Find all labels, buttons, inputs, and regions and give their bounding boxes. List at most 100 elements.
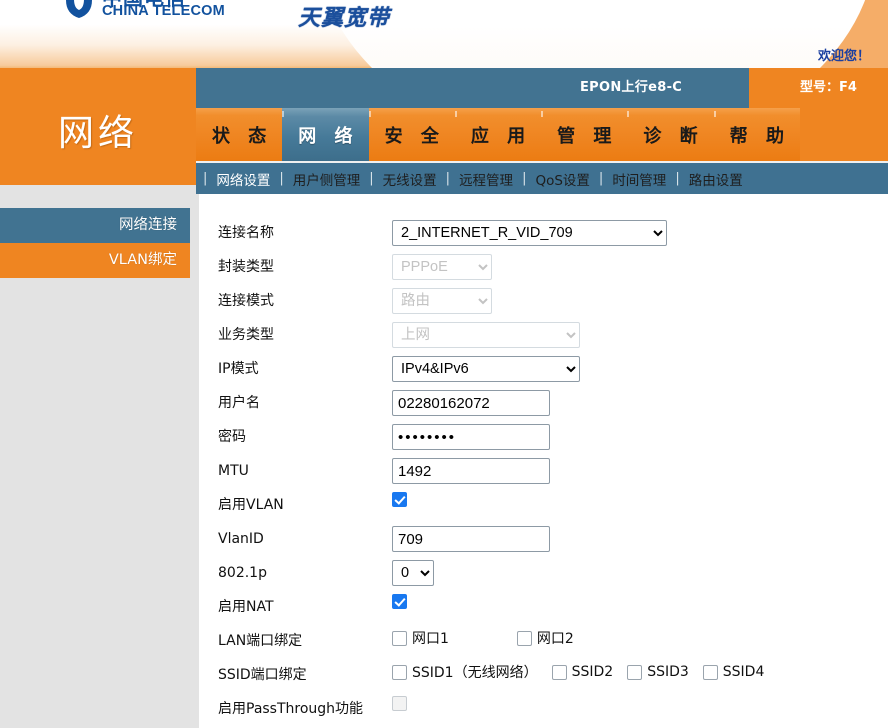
form-row-lan-binding: LAN端口绑定 网口1 网口2 xyxy=(199,624,888,658)
lan-port-2-checkbox[interactable] xyxy=(516,630,532,646)
label-ssid-binding: SSID端口绑定 xyxy=(218,667,307,683)
form-row-ssid-binding: SSID端口绑定 SSID1（无线网络） SSID2 SSID3 SSID4 xyxy=(199,658,888,692)
label-ip-mode: IP模式 xyxy=(218,361,259,377)
service-type-select: 上网 xyxy=(392,322,580,348)
label-lan-binding: LAN端口绑定 xyxy=(218,633,303,649)
ssid-1-label: SSID1（无线网络） xyxy=(412,665,538,681)
form-row-enable-nat: 启用NAT xyxy=(199,590,888,624)
ip-mode-select[interactable]: IPv4&IPv6 xyxy=(392,356,580,382)
connection-name-select[interactable]: 2_INTERNET_R_VID_709 xyxy=(392,220,667,246)
tab-diagnostics[interactable]: 诊 断 xyxy=(627,108,714,161)
mtu-input[interactable] xyxy=(392,458,550,484)
subnav-item-time-management[interactable]: 时间管理 xyxy=(610,169,668,189)
tab-network[interactable]: 网 络 xyxy=(282,108,369,161)
sidebar-background xyxy=(0,208,196,728)
label-dot1p: 802.1p xyxy=(218,565,267,581)
top-banner: 中国电信 CHINA TELECOM 天翼宽带 欢迎您！ xyxy=(0,0,888,68)
subnav-separator: | xyxy=(675,171,680,186)
enable-vlan-checkbox[interactable] xyxy=(392,492,407,507)
form-row-password: 密码 xyxy=(199,420,888,454)
tab-label: 诊 断 xyxy=(643,125,704,147)
tab-label: 网 络 xyxy=(298,125,359,147)
tab-management[interactable]: 管 理 xyxy=(541,108,628,161)
form-row-username: 用户名 xyxy=(199,386,888,420)
label-service-type: 业务类型 xyxy=(218,327,274,343)
tab-application[interactable]: 应 用 xyxy=(454,108,542,161)
enable-nat-checkbox[interactable] xyxy=(392,594,407,609)
tab-label: 管 理 xyxy=(557,125,618,147)
ssid-2-group: SSID2 xyxy=(551,664,613,680)
telecom-swoosh-icon xyxy=(66,0,92,18)
passthrough-checkbox[interactable] xyxy=(392,696,407,711)
ssid-1-checkbox[interactable] xyxy=(392,664,407,680)
sidebar-item-vlan-binding[interactable]: VLAN绑定 xyxy=(0,243,190,278)
form-row-service-type: 业务类型 上网 xyxy=(199,318,888,352)
label-connection-name: 连接名称 xyxy=(218,225,274,241)
subnav-separator: | xyxy=(522,171,527,186)
subnav-separator: | xyxy=(203,171,208,186)
ssid-4-label: SSID4 xyxy=(722,664,765,680)
label-enable-nat: 启用NAT xyxy=(218,599,274,615)
lan-port-2-label: 网口2 xyxy=(536,631,574,647)
tab-status[interactable]: 状 态 xyxy=(196,108,283,161)
lan-port-1-label: 网口1 xyxy=(412,631,449,647)
sidebar-item-label: 网络连接 xyxy=(119,217,177,233)
banner-swoosh-white xyxy=(316,0,876,68)
vlan-id-input[interactable] xyxy=(392,526,550,552)
dot1p-select[interactable]: 0 xyxy=(392,560,434,586)
subnav-item-qos-settings[interactable]: QoS设置 xyxy=(533,169,591,189)
label-password: 密码 xyxy=(218,429,246,445)
brand-slogan: 天翼宽带 xyxy=(298,6,391,31)
content-area: 连接名称 2_INTERNET_R_VID_709 封装类型 PPPoE 连接模… xyxy=(196,194,888,728)
wan-connection-form: 连接名称 2_INTERNET_R_VID_709 封装类型 PPPoE 连接模… xyxy=(199,194,888,728)
subnav-item-remote-management[interactable]: 远程管理 xyxy=(457,169,515,189)
subnav-separator: | xyxy=(598,171,604,186)
form-row-ip-mode: IP模式 IPv4&IPv6 xyxy=(199,352,888,386)
encapsulation-select: PPPoE xyxy=(392,254,492,280)
label-passthrough: 启用PassThrough功能 xyxy=(218,701,364,717)
ssid-4-checkbox[interactable] xyxy=(702,664,718,680)
connection-mode-select: 路由 xyxy=(392,288,492,314)
subnav-item-network-settings[interactable]: 网络设置 xyxy=(214,169,272,189)
ssid-1-group: SSID1（无线网络） xyxy=(392,662,538,682)
sidebar-spacer xyxy=(0,185,196,208)
password-input[interactable] xyxy=(392,424,550,450)
page-title: 网络 xyxy=(57,113,138,154)
page-title-panel: 网络 xyxy=(0,68,196,185)
sidebar-item-label: VLAN绑定 xyxy=(108,252,177,268)
sidebar-item-network-connection[interactable]: 网络连接 xyxy=(0,208,190,243)
ssid-2-checkbox[interactable] xyxy=(551,664,567,680)
tab-label: 帮 助 xyxy=(729,125,790,147)
lan-port-2-group: 网口2 xyxy=(516,628,574,648)
subnav-separator: | xyxy=(279,171,284,186)
subnav-separator: | xyxy=(369,171,374,186)
tab-security[interactable]: 安 全 xyxy=(368,108,455,161)
form-row-encapsulation: 封装类型 PPPoE xyxy=(199,250,888,284)
tab-label: 安 全 xyxy=(384,125,445,147)
ssid-3-group: SSID3 xyxy=(627,664,689,680)
router-admin-page: 中国电信 CHINA TELECOM 天翼宽带 欢迎您！ 网络 网络连接 VLA… xyxy=(0,0,888,728)
username-input[interactable] xyxy=(392,390,550,416)
label-encapsulation: 封装类型 xyxy=(218,259,274,275)
sub-navigation-bar: | 网络设置 | 用户侧管理 | 无线设置 | 远程管理 | QoS设置 | 时… xyxy=(196,161,888,194)
form-row-enable-vlan: 启用VLAN xyxy=(199,488,888,522)
label-enable-vlan: 启用VLAN xyxy=(218,497,284,513)
ssid-4-group: SSID4 xyxy=(702,664,765,680)
ssid-3-label: SSID3 xyxy=(647,664,689,680)
lan-port-1-group: 网口1 xyxy=(392,628,449,648)
subnav-item-wireless-settings[interactable]: 无线设置 xyxy=(381,169,439,189)
subnav-item-user-side-management[interactable]: 用户侧管理 xyxy=(291,169,363,189)
main-tab-bar: 状 态 网 络 安 全 应 用 管 理 诊 断 帮 助 xyxy=(196,108,888,161)
label-connection-mode: 连接模式 xyxy=(218,293,274,309)
form-row-dot1p: 802.1p 0 xyxy=(199,556,888,590)
form-row-connection-mode: 连接模式 路由 xyxy=(199,284,888,318)
form-row-connection-name: 连接名称 2_INTERNET_R_VID_709 xyxy=(199,216,888,250)
lan-port-1-checkbox[interactable] xyxy=(392,630,407,646)
device-uplink-label: EPON上行e8-C xyxy=(580,80,683,95)
ssid-3-checkbox[interactable] xyxy=(627,664,643,680)
tab-help[interactable]: 帮 助 xyxy=(713,108,800,161)
form-row-vlan-id: VlanID xyxy=(199,522,888,556)
label-vlan-id: VlanID xyxy=(218,531,264,547)
subnav-item-route-settings[interactable]: 路由设置 xyxy=(687,169,745,189)
welcome-text: 欢迎您！ xyxy=(817,49,870,64)
